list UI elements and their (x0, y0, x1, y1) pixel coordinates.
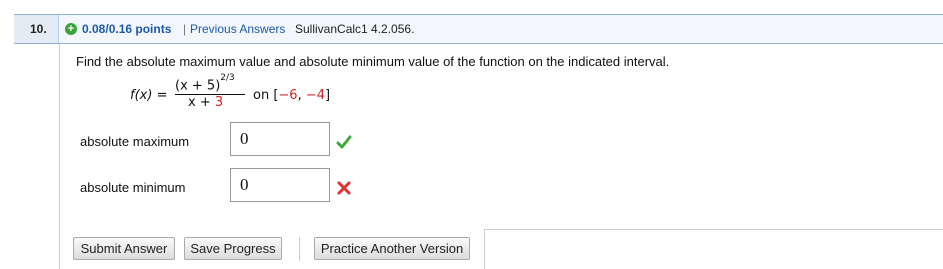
checkmark-icon (336, 135, 352, 149)
meta-separator: | (183, 22, 187, 36)
function-name: f(x) (130, 88, 153, 103)
question-body: Find the absolute maximum value and abso… (59, 44, 943, 269)
question-number: 10. (14, 15, 58, 43)
absolute-maximum-input[interactable]: 0 (230, 122, 330, 156)
numerator-exponent: 2/3 (220, 73, 235, 83)
question-meta: + 0.08/0.16 points | Previous Answers Su… (59, 15, 943, 43)
denominator-const: 3 (214, 95, 224, 110)
fraction-numerator: (x + 5)2/3 (175, 73, 235, 94)
question-prompt: Find the absolute maximum value and abso… (76, 54, 670, 69)
denominator-var: x + (188, 95, 215, 110)
button-divider (299, 237, 300, 261)
question-header: 10. + 0.08/0.16 points | Previous Answer… (14, 14, 943, 44)
previous-answers-link[interactable]: Previous Answers (190, 15, 285, 43)
x-mark-icon (337, 181, 351, 195)
submit-answer-button[interactable]: Submit Answer (73, 237, 175, 260)
numerator-base: (x + 5) (175, 78, 221, 94)
absolute-maximum-label: absolute maximum (80, 134, 190, 149)
plus-icon[interactable]: + (65, 23, 77, 35)
practice-another-version-button[interactable]: Practice Another Version (314, 237, 470, 260)
interval-end: −4 (305, 88, 326, 103)
interval-start: −6 (278, 88, 298, 103)
function-lhs: f(x) = (130, 88, 167, 103)
work-area-box (484, 229, 943, 269)
problem-id: SullivanCalc1 4.2.056. (295, 22, 415, 36)
interval-comma: , (297, 88, 306, 103)
fraction-denominator: x + 3 (188, 95, 223, 110)
absolute-minimum-input[interactable]: 0 (230, 168, 330, 202)
absolute-minimum-label: absolute minimum (80, 180, 186, 195)
interval-prefix: on [ (253, 88, 279, 103)
equals-sign: = (156, 88, 168, 103)
interval-suffix: ] (325, 88, 331, 103)
points-score: 0.08/0.16 points (82, 22, 172, 36)
save-progress-button[interactable]: Save Progress (184, 237, 282, 260)
interval: on [−6, −4] (253, 88, 330, 103)
